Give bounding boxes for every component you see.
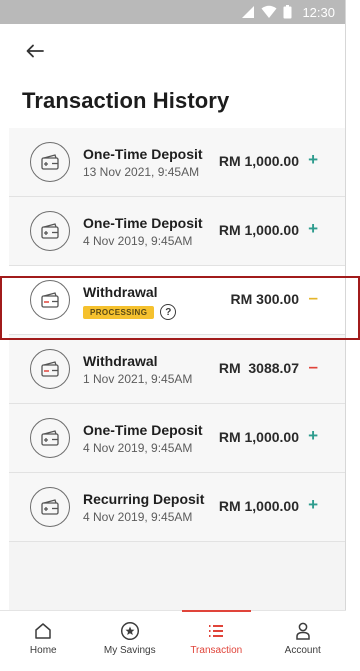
- transaction-date: 4 Nov 2019, 9:45AM: [83, 441, 193, 455]
- deposit-icon: [30, 142, 70, 182]
- back-arrow-icon: [26, 44, 44, 58]
- transaction-title: Withdrawal: [83, 353, 158, 369]
- transaction-amount: RM 1,000.00: [218, 498, 299, 514]
- minus-sign: –: [308, 288, 318, 307]
- transaction-amount: RM 300.00: [230, 291, 299, 307]
- home-icon: [35, 623, 51, 639]
- status-time: 12:30: [302, 4, 335, 20]
- nav-tab-home[interactable]: Home: [0, 611, 87, 664]
- transaction-row[interactable]: One-Time Deposit 4 Nov 2019, 9:45AM RM 1…: [9, 197, 345, 266]
- plus-sign: +: [308, 150, 318, 169]
- header: Transaction History: [0, 24, 345, 120]
- deposit-icon: [30, 487, 70, 527]
- minus-sign: –: [308, 357, 318, 376]
- plus-sign: +: [308, 426, 318, 445]
- plus-sign: +: [308, 495, 318, 514]
- transaction-title: Withdrawal: [83, 284, 158, 300]
- person-icon: [296, 622, 310, 640]
- transaction-amount: RM 1,000.00: [218, 153, 299, 169]
- status-badge: PROCESSING: [83, 305, 155, 319]
- transaction-row[interactable]: One-Time Deposit 4 Nov 2019, 9:45AM RM 1…: [9, 404, 345, 473]
- withdrawal-icon: [30, 349, 70, 389]
- transaction-date: 13 Nov 2021, 9:45AM: [83, 165, 200, 179]
- signal-icon: [242, 6, 255, 18]
- transaction-date: 4 Nov 2019, 9:45AM: [83, 510, 193, 524]
- transaction-row[interactable]: Withdrawal 1 Nov 2021, 9:45AM RM 3088.07…: [9, 335, 345, 404]
- bottom-nav: Home My Savings Transaction Account: [0, 610, 346, 664]
- transaction-row[interactable]: Recurring Deposit 4 Nov 2019, 9:45AM RM …: [9, 473, 345, 542]
- transaction-row[interactable]: One-Time Deposit 13 Nov 2021, 9:45AM RM …: [9, 128, 345, 197]
- transaction-title: One-Time Deposit: [83, 422, 203, 438]
- transaction-amount: RM 1,000.00: [218, 222, 299, 238]
- transaction-row-processing[interactable]: Withdrawal PROCESSING ? RM 300.00 –: [9, 266, 345, 335]
- star-circle-icon: [120, 621, 139, 641]
- page-title: Transaction History: [22, 88, 230, 113]
- withdrawal-icon: [30, 280, 70, 320]
- transaction-title: One-Time Deposit: [83, 215, 203, 231]
- nav-label: Transaction: [190, 645, 243, 656]
- nav-label: Account: [284, 645, 321, 656]
- deposit-icon: [30, 211, 70, 251]
- transaction-title: Recurring Deposit: [83, 491, 205, 507]
- help-icon[interactable]: ?: [160, 304, 177, 320]
- battery-icon: [283, 5, 292, 19]
- nav-tab-transaction[interactable]: Transaction: [173, 610, 260, 664]
- transaction-date: 1 Nov 2021, 9:45AM: [83, 372, 193, 386]
- nav-tab-my-savings[interactable]: My Savings: [87, 611, 174, 664]
- deposit-icon: [30, 418, 70, 458]
- plus-sign: +: [308, 219, 318, 238]
- phone-screen: 12:30 Transaction History One-Time Depos…: [0, 0, 346, 664]
- back-button[interactable]: [22, 38, 48, 64]
- transaction-amount: RM 3088.07: [218, 360, 299, 376]
- nav-tab-account[interactable]: Account: [260, 611, 347, 664]
- transaction-date: 4 Nov 2019, 9:45AM: [83, 234, 193, 248]
- nav-label: Home: [29, 645, 57, 656]
- status-bar: 12:30: [0, 0, 345, 24]
- wifi-icon: [261, 5, 277, 18]
- list-icon: [209, 625, 224, 637]
- transaction-amount: RM 1,000.00: [218, 429, 299, 445]
- nav-label: My Savings: [103, 645, 156, 656]
- transaction-list: One-Time Deposit 13 Nov 2021, 9:45AM RM …: [9, 128, 345, 612]
- transaction-title: One-Time Deposit: [83, 146, 203, 162]
- status-row: PROCESSING ?: [83, 304, 177, 320]
